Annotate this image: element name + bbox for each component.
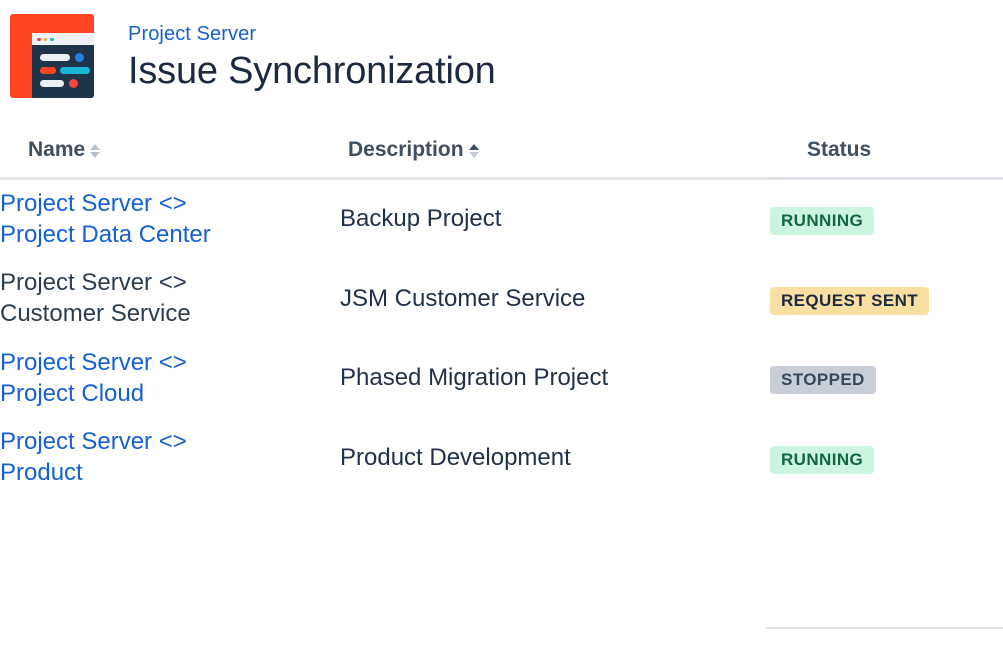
sort-arrow-up-icon (90, 144, 100, 150)
status-badge: STOPPED (770, 366, 876, 394)
issue-synchronization-page: Project Server Issue Synchronization Nam… (0, 0, 1003, 645)
table-row: Project Server <> Product Product Develo… (0, 418, 1003, 497)
breadcrumb[interactable]: Project Server (128, 22, 496, 46)
row-name-line-1: Project Server <> (0, 348, 340, 379)
row-name-line-1: Project Server <> (0, 189, 340, 220)
table-header-row: Name Description (0, 132, 1003, 176)
table-row: Project Server <> Project Cloud Phased M… (0, 339, 1003, 418)
app-icon-titlebar (32, 33, 94, 45)
sort-toggle-name-icon[interactable] (90, 144, 100, 158)
row-name-cell: Project Server <> Customer Service (0, 259, 340, 338)
page-header: Project Server Issue Synchronization (0, 0, 1003, 118)
app-icon-circle-1 (75, 53, 84, 62)
status-badge: REQUEST SENT (770, 287, 929, 315)
row-name-line-2: Project Data Center (0, 220, 340, 251)
row-description-cell: JSM Customer Service (340, 259, 770, 338)
column-header-description[interactable]: Description (340, 132, 770, 176)
header-text-block: Project Server Issue Synchronization (128, 14, 496, 96)
row-status-cell: REQUEST SENT (770, 259, 1003, 338)
table-bottom-divider (766, 627, 1003, 629)
app-icon-bar-2 (40, 67, 56, 74)
row-name-line-2: Product (0, 458, 340, 489)
status-badge: RUNNING (770, 207, 874, 235)
issue-sync-table: Name Description (0, 132, 1003, 498)
page-title: Issue Synchronization (128, 48, 496, 96)
row-description-cell: Phased Migration Project (340, 339, 770, 418)
row-name-cell[interactable]: Project Server <> Project Cloud (0, 339, 340, 418)
column-header-status: Status (770, 132, 1003, 176)
status-badge: RUNNING (770, 446, 874, 474)
column-header-status-label: Status (807, 138, 871, 162)
column-header-name[interactable]: Name (0, 132, 340, 176)
app-icon-bar-4 (40, 80, 64, 87)
row-status-cell: RUNNING (770, 180, 1003, 259)
row-status-cell: STOPPED (770, 339, 1003, 418)
table-row: Project Server <> Project Data Center Ba… (0, 180, 1003, 259)
app-icon-dot-red (37, 38, 41, 42)
app-icon-circle-2 (69, 79, 78, 88)
app-icon-dot-yellow (44, 38, 48, 42)
sort-arrow-down-icon (90, 152, 100, 158)
sort-arrow-down-icon (469, 152, 479, 158)
row-description-cell: Product Development (340, 418, 770, 497)
row-description-cell: Backup Project (340, 180, 770, 259)
project-server-app-icon (10, 14, 94, 98)
app-icon-dot-blue (50, 38, 54, 42)
table-body: Project Server <> Project Data Center Ba… (0, 180, 1003, 498)
row-name-line-1: Project Server <> (0, 427, 340, 458)
app-icon-bar-1 (40, 54, 70, 61)
column-header-description-label: Description (348, 138, 464, 162)
row-name-line-2: Customer Service (0, 299, 340, 330)
table-row: Project Server <> Customer Service JSM C… (0, 259, 1003, 338)
table-header: Name Description (0, 132, 1003, 180)
row-name-cell[interactable]: Project Server <> Project Data Center (0, 180, 340, 259)
app-icon-bar-3 (60, 67, 90, 74)
column-header-name-label: Name (28, 138, 85, 162)
row-status-cell: RUNNING (770, 418, 1003, 497)
sort-arrow-up-icon (469, 144, 479, 150)
row-name-line-1: Project Server <> (0, 268, 340, 299)
row-name-line-2: Project Cloud (0, 379, 340, 410)
sort-toggle-description-icon[interactable] (469, 144, 479, 158)
row-name-cell[interactable]: Project Server <> Product (0, 418, 340, 497)
